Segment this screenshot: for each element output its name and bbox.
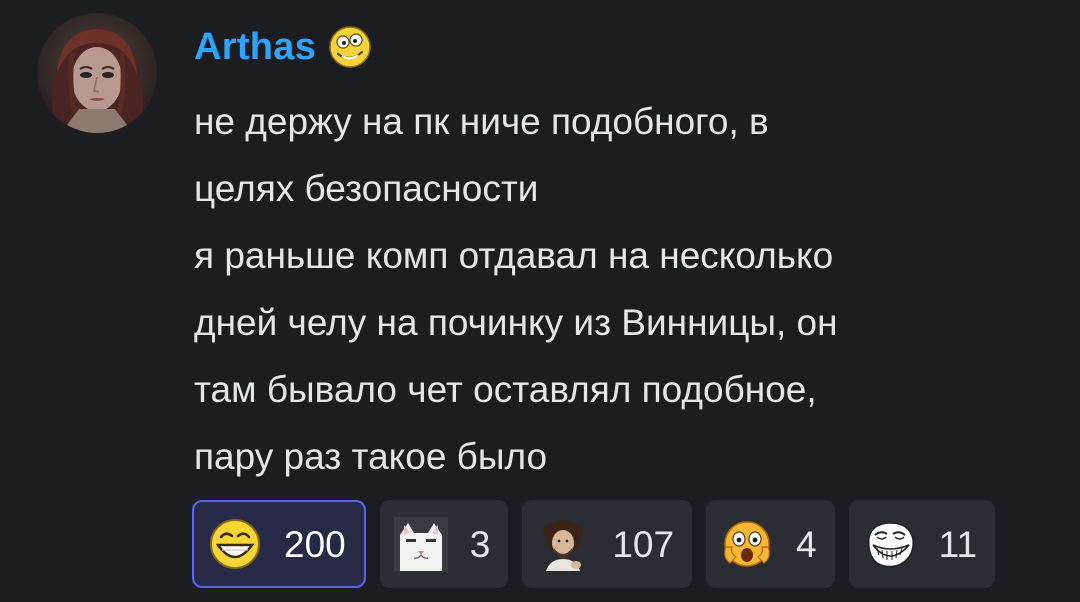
message-line: я раньше комп отдавал на несколько (194, 235, 834, 276)
reaction-grin-smile[interactable]: 200 (192, 500, 366, 588)
reaction-count: 200 (284, 523, 346, 565)
message-header: Arthas (194, 22, 372, 72)
message-line: целях безопасности (194, 168, 539, 209)
reactions-bar: 200 3 107 4 11 (192, 500, 996, 588)
grin-smile-emoji-icon (210, 519, 260, 569)
message-line: там бывало чет оставлял подобное, (194, 369, 817, 410)
reaction-count: 3 (469, 523, 491, 565)
reaction-count: 107 (612, 523, 675, 565)
message-line: не держу на пк ниче подобного, в (194, 101, 769, 142)
message-line: пару раз такое было (194, 436, 548, 477)
avatar-portrait-icon (52, 27, 144, 133)
derpy-smile-emoji-icon (329, 26, 371, 68)
white-cat-emoji-icon (393, 517, 448, 571)
message-body: не держу на пк ниче подобного, в целях б… (194, 88, 1054, 490)
reaction-bob-ross[interactable]: 107 (522, 500, 693, 588)
chat-message: Arthas не держу на пк ниче подобного, в … (0, 0, 1080, 602)
bob-ross-emoji-icon (543, 520, 584, 571)
reaction-count: 4 (796, 523, 817, 565)
reaction-trollface[interactable]: 11 (848, 500, 996, 588)
reaction-shocked-face[interactable]: 4 (706, 500, 835, 588)
shocked-face-emoji-icon (724, 521, 770, 567)
trollface-emoji-icon (867, 522, 914, 568)
reaction-count: 11 (938, 523, 978, 565)
username[interactable]: Arthas (194, 28, 316, 66)
user-avatar[interactable] (37, 13, 157, 133)
reaction-white-cat[interactable]: 3 (379, 500, 509, 588)
message-line: дней челу на починку из Винницы, он (194, 302, 838, 343)
